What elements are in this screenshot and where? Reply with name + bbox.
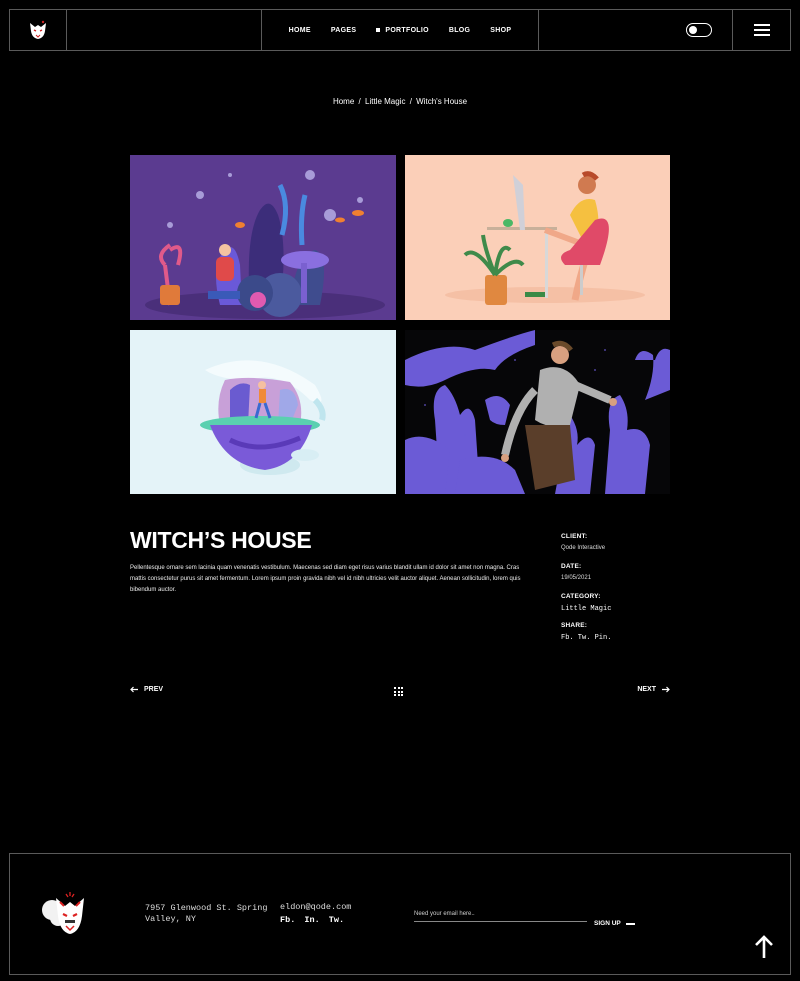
active-indicator-icon xyxy=(376,28,381,32)
nav-blog[interactable]: BLOG xyxy=(439,27,480,34)
prev-button[interactable]: PREV xyxy=(130,686,163,693)
toggle-knob xyxy=(689,26,697,34)
footer-logo[interactable] xyxy=(38,888,90,945)
meta-category-label: CATEGORY: xyxy=(561,593,601,600)
project-title: WITCH’S HOUSE xyxy=(130,527,312,553)
nav-shop[interactable]: SHOP xyxy=(480,27,521,34)
meta-share: SHARE: Fb. Tw. Pin. xyxy=(561,622,611,642)
logo-icon xyxy=(42,892,84,934)
grid-icon[interactable] xyxy=(394,687,403,696)
meta-date: DATE: 19/05/2021 xyxy=(561,563,591,581)
signup-label: SIGN UP xyxy=(594,920,621,927)
site-footer: 7957 Glenwood St. Spring Valley, NY eldo… xyxy=(9,853,791,975)
arrow-up-icon xyxy=(755,935,773,958)
theme-toggle-switch[interactable] xyxy=(686,23,712,37)
arrow-right-icon xyxy=(662,686,670,693)
breadcrumb-separator: / xyxy=(409,97,412,106)
main-nav: HOME PAGES PORTFOLIO BLOG SHOP xyxy=(262,10,539,50)
gallery-image-hands[interactable] xyxy=(405,330,670,494)
meta-date-value: 19/05/2021 xyxy=(561,575,592,581)
footer-address: 7957 Glenwood St. Spring Valley, NY xyxy=(145,903,268,924)
menu-button[interactable] xyxy=(733,10,790,50)
breadcrumb-separator: / xyxy=(358,97,361,106)
meta-category: CATEGORY: Little Magic xyxy=(561,593,611,613)
nav-home[interactable]: HOME xyxy=(279,27,321,34)
logo-icon xyxy=(30,20,46,39)
prev-label: PREV xyxy=(144,686,164,693)
project-description: Pellentesque ornare sem lacinia quam ven… xyxy=(130,565,521,593)
logo-link[interactable] xyxy=(10,10,67,50)
meta-share-links[interactable]: Fb. Tw. Pin. xyxy=(561,634,611,642)
breadcrumb-current: Witch's House xyxy=(416,97,468,106)
header-spacer xyxy=(67,10,262,50)
hamburger-icon xyxy=(753,21,770,39)
theme-toggle-area xyxy=(539,10,733,50)
footer-email[interactable]: eldon@qode.com xyxy=(280,902,351,912)
nav-portfolio-label: PORTFOLIO xyxy=(385,26,429,34)
nav-home-label: HOME xyxy=(288,26,311,34)
nav-pages-label: PAGES xyxy=(330,26,357,34)
signup-button[interactable]: SIGN UP xyxy=(594,920,635,927)
meta-client-label: CLIENT: xyxy=(561,533,588,540)
nav-blog-label: BLOG xyxy=(448,26,471,34)
next-button[interactable]: NEXT xyxy=(637,686,670,693)
meta-client-value: Qode Interactive xyxy=(561,545,606,551)
meta-share-label: SHARE: xyxy=(561,622,588,629)
gallery-image-desk[interactable] xyxy=(405,155,670,320)
meta-client: CLIENT: Qode Interactive xyxy=(561,533,605,551)
gallery-image-underwater[interactable] xyxy=(130,155,396,320)
back-to-top-button[interactable] xyxy=(754,934,774,965)
nav-shop-label: SHOP xyxy=(490,26,512,34)
breadcrumb: Home / Little Magic / Witch's House xyxy=(0,97,800,106)
gallery-image-floating-island[interactable] xyxy=(130,330,396,494)
meta-category-value[interactable]: Little Magic xyxy=(561,605,611,613)
footer-social-links[interactable]: Fb. In. Tw. xyxy=(280,915,344,925)
email-input[interactable]: Need your email here.. xyxy=(414,911,587,922)
signup-dash-icon xyxy=(625,922,635,925)
site-header: HOME PAGES PORTFOLIO BLOG SHOP xyxy=(9,9,791,51)
next-label: NEXT xyxy=(637,686,656,693)
nav-portfolio[interactable]: PORTFOLIO xyxy=(366,27,439,34)
arrow-left-icon xyxy=(130,686,138,693)
meta-date-label: DATE: xyxy=(561,563,582,570)
breadcrumb-home[interactable]: Home xyxy=(333,97,354,106)
nav-pages[interactable]: PAGES xyxy=(321,27,367,34)
breadcrumb-category[interactable]: Little Magic xyxy=(365,97,405,106)
